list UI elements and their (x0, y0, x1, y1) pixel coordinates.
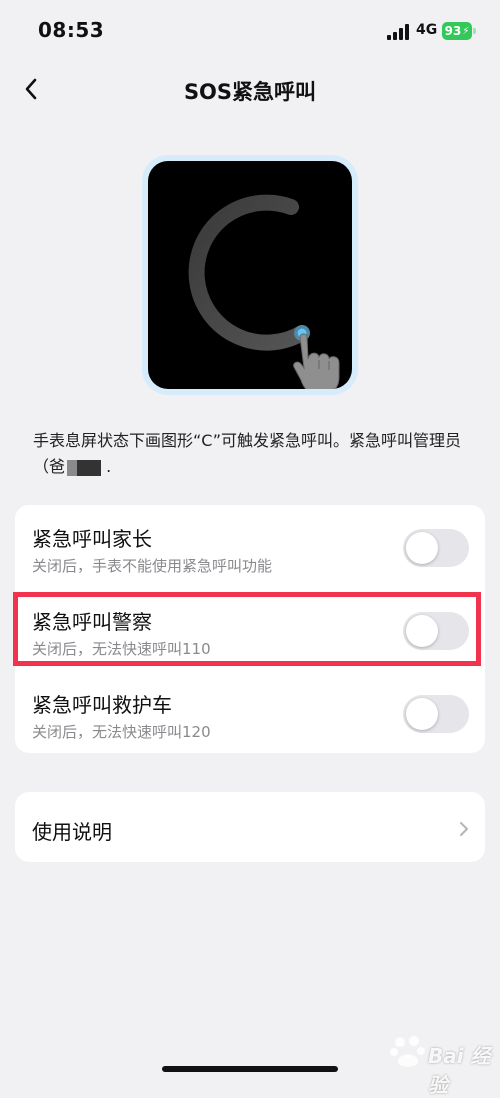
setting-subtitle: 关闭后，手表不能使用紧急呼叫功能 (32, 557, 273, 575)
hand-pointer-icon (293, 333, 340, 389)
description-text: 手表息屏状态下画图形“C”可触发紧急呼叫。紧急呼叫管理员（爸 . (33, 428, 473, 480)
toggle-knob (406, 615, 438, 647)
network-type: 4G (416, 22, 438, 38)
redacted-name (67, 459, 102, 476)
watch-illustration (148, 161, 352, 389)
setting-row-ambulance: 紧急呼叫救护车 关闭后，无法快速呼叫120 (15, 671, 485, 751)
toggle-knob (406, 532, 438, 564)
charging-bolt-icon: ⚡ (462, 25, 470, 37)
gesture-c-illustration (188, 194, 340, 389)
toggle-police-call[interactable] (403, 612, 469, 650)
signal-strength-icon (387, 24, 411, 40)
chevron-right-icon (460, 822, 468, 836)
setting-title: 紧急呼叫救护车 (32, 693, 172, 717)
home-indicator[interactable] (162, 1066, 338, 1072)
toggle-parent-call[interactable] (403, 529, 469, 567)
description-trailing: . (106, 457, 112, 476)
setting-row-police: 紧急呼叫警察 关闭后，无法快速呼叫110 (15, 588, 485, 668)
setting-title: 紧急呼叫家长 (32, 527, 152, 551)
battery-tip (473, 28, 476, 34)
nav-bar: SOS紧急呼叫 (0, 60, 500, 120)
toggle-knob (406, 698, 438, 730)
battery-icon: 93 ⚡ (442, 22, 472, 40)
watermark-text: Bai 经验 (428, 1044, 491, 1097)
toggle-ambulance-call[interactable] (403, 695, 469, 733)
page-title: SOS紧急呼叫 (183, 80, 317, 104)
setting-subtitle: 关闭后，无法快速呼叫120 (32, 723, 211, 741)
setting-subtitle: 关闭后，无法快速呼叫110 (32, 640, 211, 658)
instructions-row[interactable]: 使用说明 (15, 792, 485, 862)
instructions-label: 使用说明 (32, 820, 112, 844)
settings-card: 紧急呼叫家长 关闭后，手表不能使用紧急呼叫功能 紧急呼叫警察 关闭后，无法快速呼… (15, 505, 485, 753)
watermark: Bai 经验 (388, 1028, 496, 1097)
status-time: 08:53 (38, 18, 105, 42)
battery-level: 93 (444, 24, 462, 38)
setting-row-parent: 紧急呼叫家长 关闭后，手表不能使用紧急呼叫功能 (15, 505, 485, 585)
status-bar: 08:53 4G 93 ⚡ (0, 0, 500, 60)
paw-logo-icon (390, 1036, 425, 1067)
setting-title: 紧急呼叫警察 (32, 610, 152, 634)
